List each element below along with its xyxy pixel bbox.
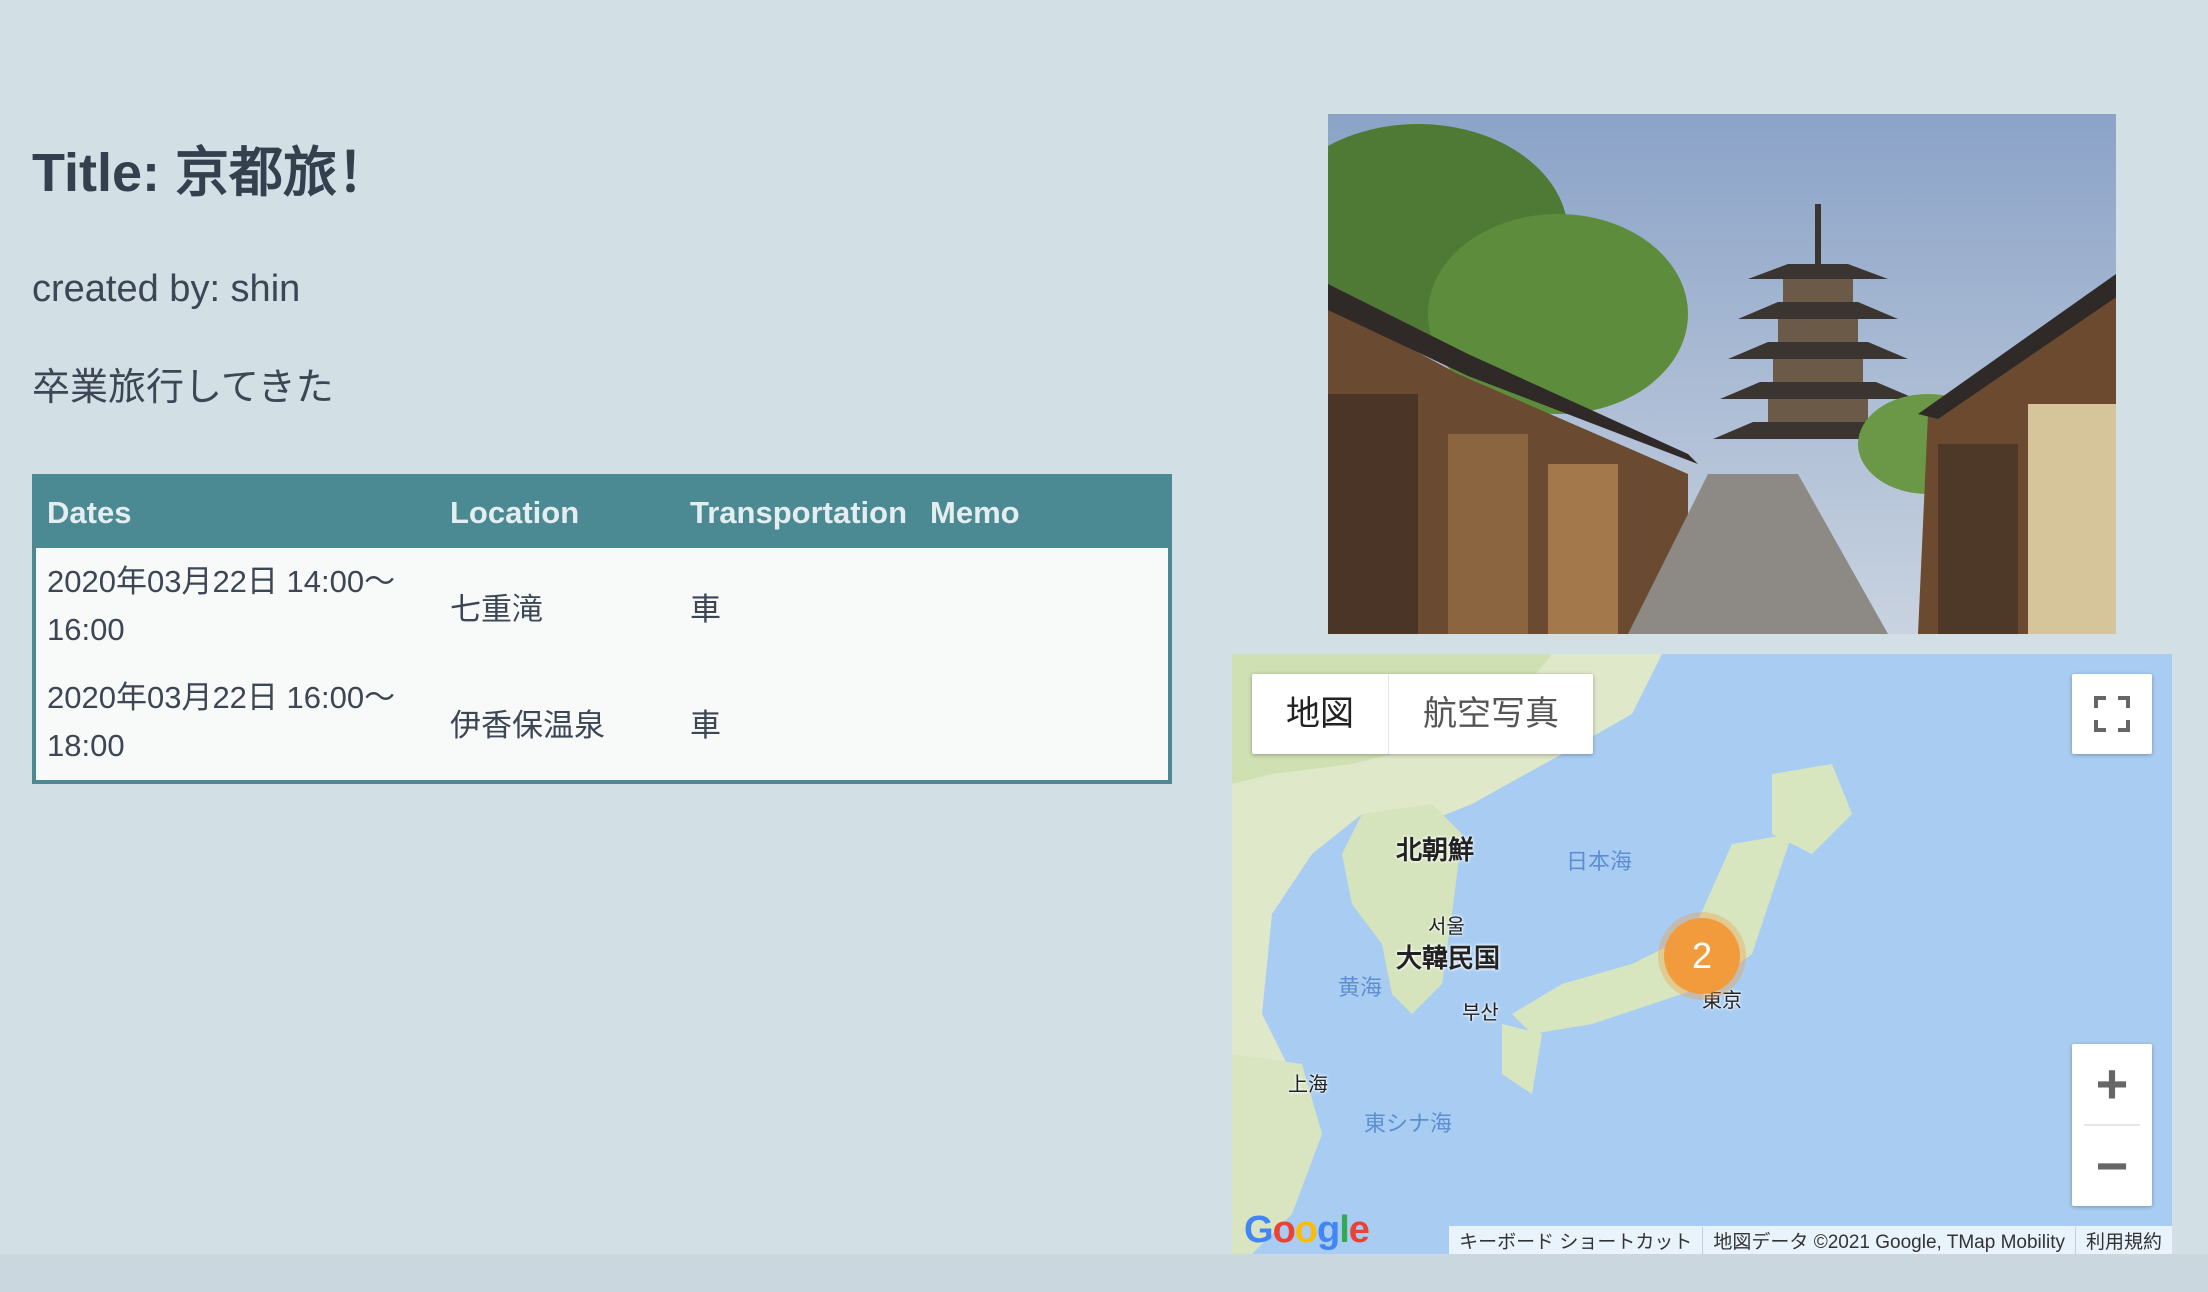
bottom-edge (0, 1254, 2208, 1292)
trip-title: Title: 京都旅！ (32, 143, 392, 203)
google-logo[interactable]: Google (1244, 1209, 1370, 1252)
map-type-control: 地図 航空写真 (1252, 674, 1593, 754)
table-row: 2020年03月22日 14:00〜 16:00 七重滝 車 (36, 548, 1168, 664)
map-label-shanghai: 上海 (1288, 1074, 1328, 1096)
marker-cluster[interactable]: 2 (1664, 918, 1740, 994)
keyboard-shortcuts-link[interactable]: キーボード ショートカット (1449, 1227, 1702, 1254)
cell-dates: 2020年03月22日 16:00〜 18:00 (47, 680, 396, 763)
header-dates: Dates (47, 495, 132, 530)
trip-description: 卒業旅行してきた (32, 367, 334, 409)
map-label-east-china-sea: 東シナ海 (1364, 1111, 1453, 1136)
fullscreen-icon (2094, 696, 2130, 732)
map-attribution: 地図データ ©2021 Google, TMap Mobility (1702, 1226, 2075, 1254)
itinerary-table: Dates Location Transportation Memo 2020年… (32, 474, 1172, 784)
header-memo: Memo (930, 495, 1020, 530)
map-footer: キーボード ショートカット 地図データ ©2021 Google, TMap M… (1449, 1226, 2172, 1254)
map-label-north-korea: 北朝鮮 (1396, 835, 1475, 865)
fullscreen-button[interactable] (2072, 674, 2152, 754)
table-header: Dates Location Transportation Memo (36, 478, 1168, 548)
google-map[interactable]: 地図 航空写真 北朝鮮 日本海 서울 大韓民国 黄海 부산 東京 上海 東シナ海… (1232, 654, 2172, 1254)
zoom-in-button[interactable]: + (2072, 1044, 2152, 1124)
header-location: Location (450, 495, 580, 530)
cell-dates: 2020年03月22日 14:00〜 16:00 (47, 564, 396, 647)
map-label-south-korea: 大韓民国 (1396, 943, 1501, 973)
zoom-control: + − (2072, 1044, 2152, 1206)
terms-link[interactable]: 利用規約 (2074, 1226, 2172, 1254)
map-type-map-button[interactable]: 地図 (1252, 674, 1388, 754)
cell-transportation: 車 (690, 591, 721, 627)
kyoto-pagoda-photo (1328, 114, 2116, 634)
photo-illustration (1328, 114, 2116, 634)
map-label-busan: 부산 (1462, 1002, 1499, 1024)
map-label-sea-of-japan: 日本海 (1566, 849, 1633, 874)
header-transportation: Transportation (690, 495, 908, 530)
map-label-yellow-sea: 黄海 (1338, 975, 1383, 1000)
trip-author: created by: shin (32, 268, 301, 310)
cell-location: 七重滝 (450, 591, 543, 627)
cell-transportation: 車 (690, 707, 721, 743)
map-label-seoul: 서울 (1428, 916, 1465, 938)
table-row: 2020年03月22日 16:00〜 18:00 伊香保温泉 車 (36, 664, 1168, 780)
zoom-out-button[interactable]: − (2072, 1126, 2152, 1206)
map-type-satellite-button[interactable]: 航空写真 (1388, 674, 1593, 754)
cell-location: 伊香保温泉 (450, 707, 605, 743)
